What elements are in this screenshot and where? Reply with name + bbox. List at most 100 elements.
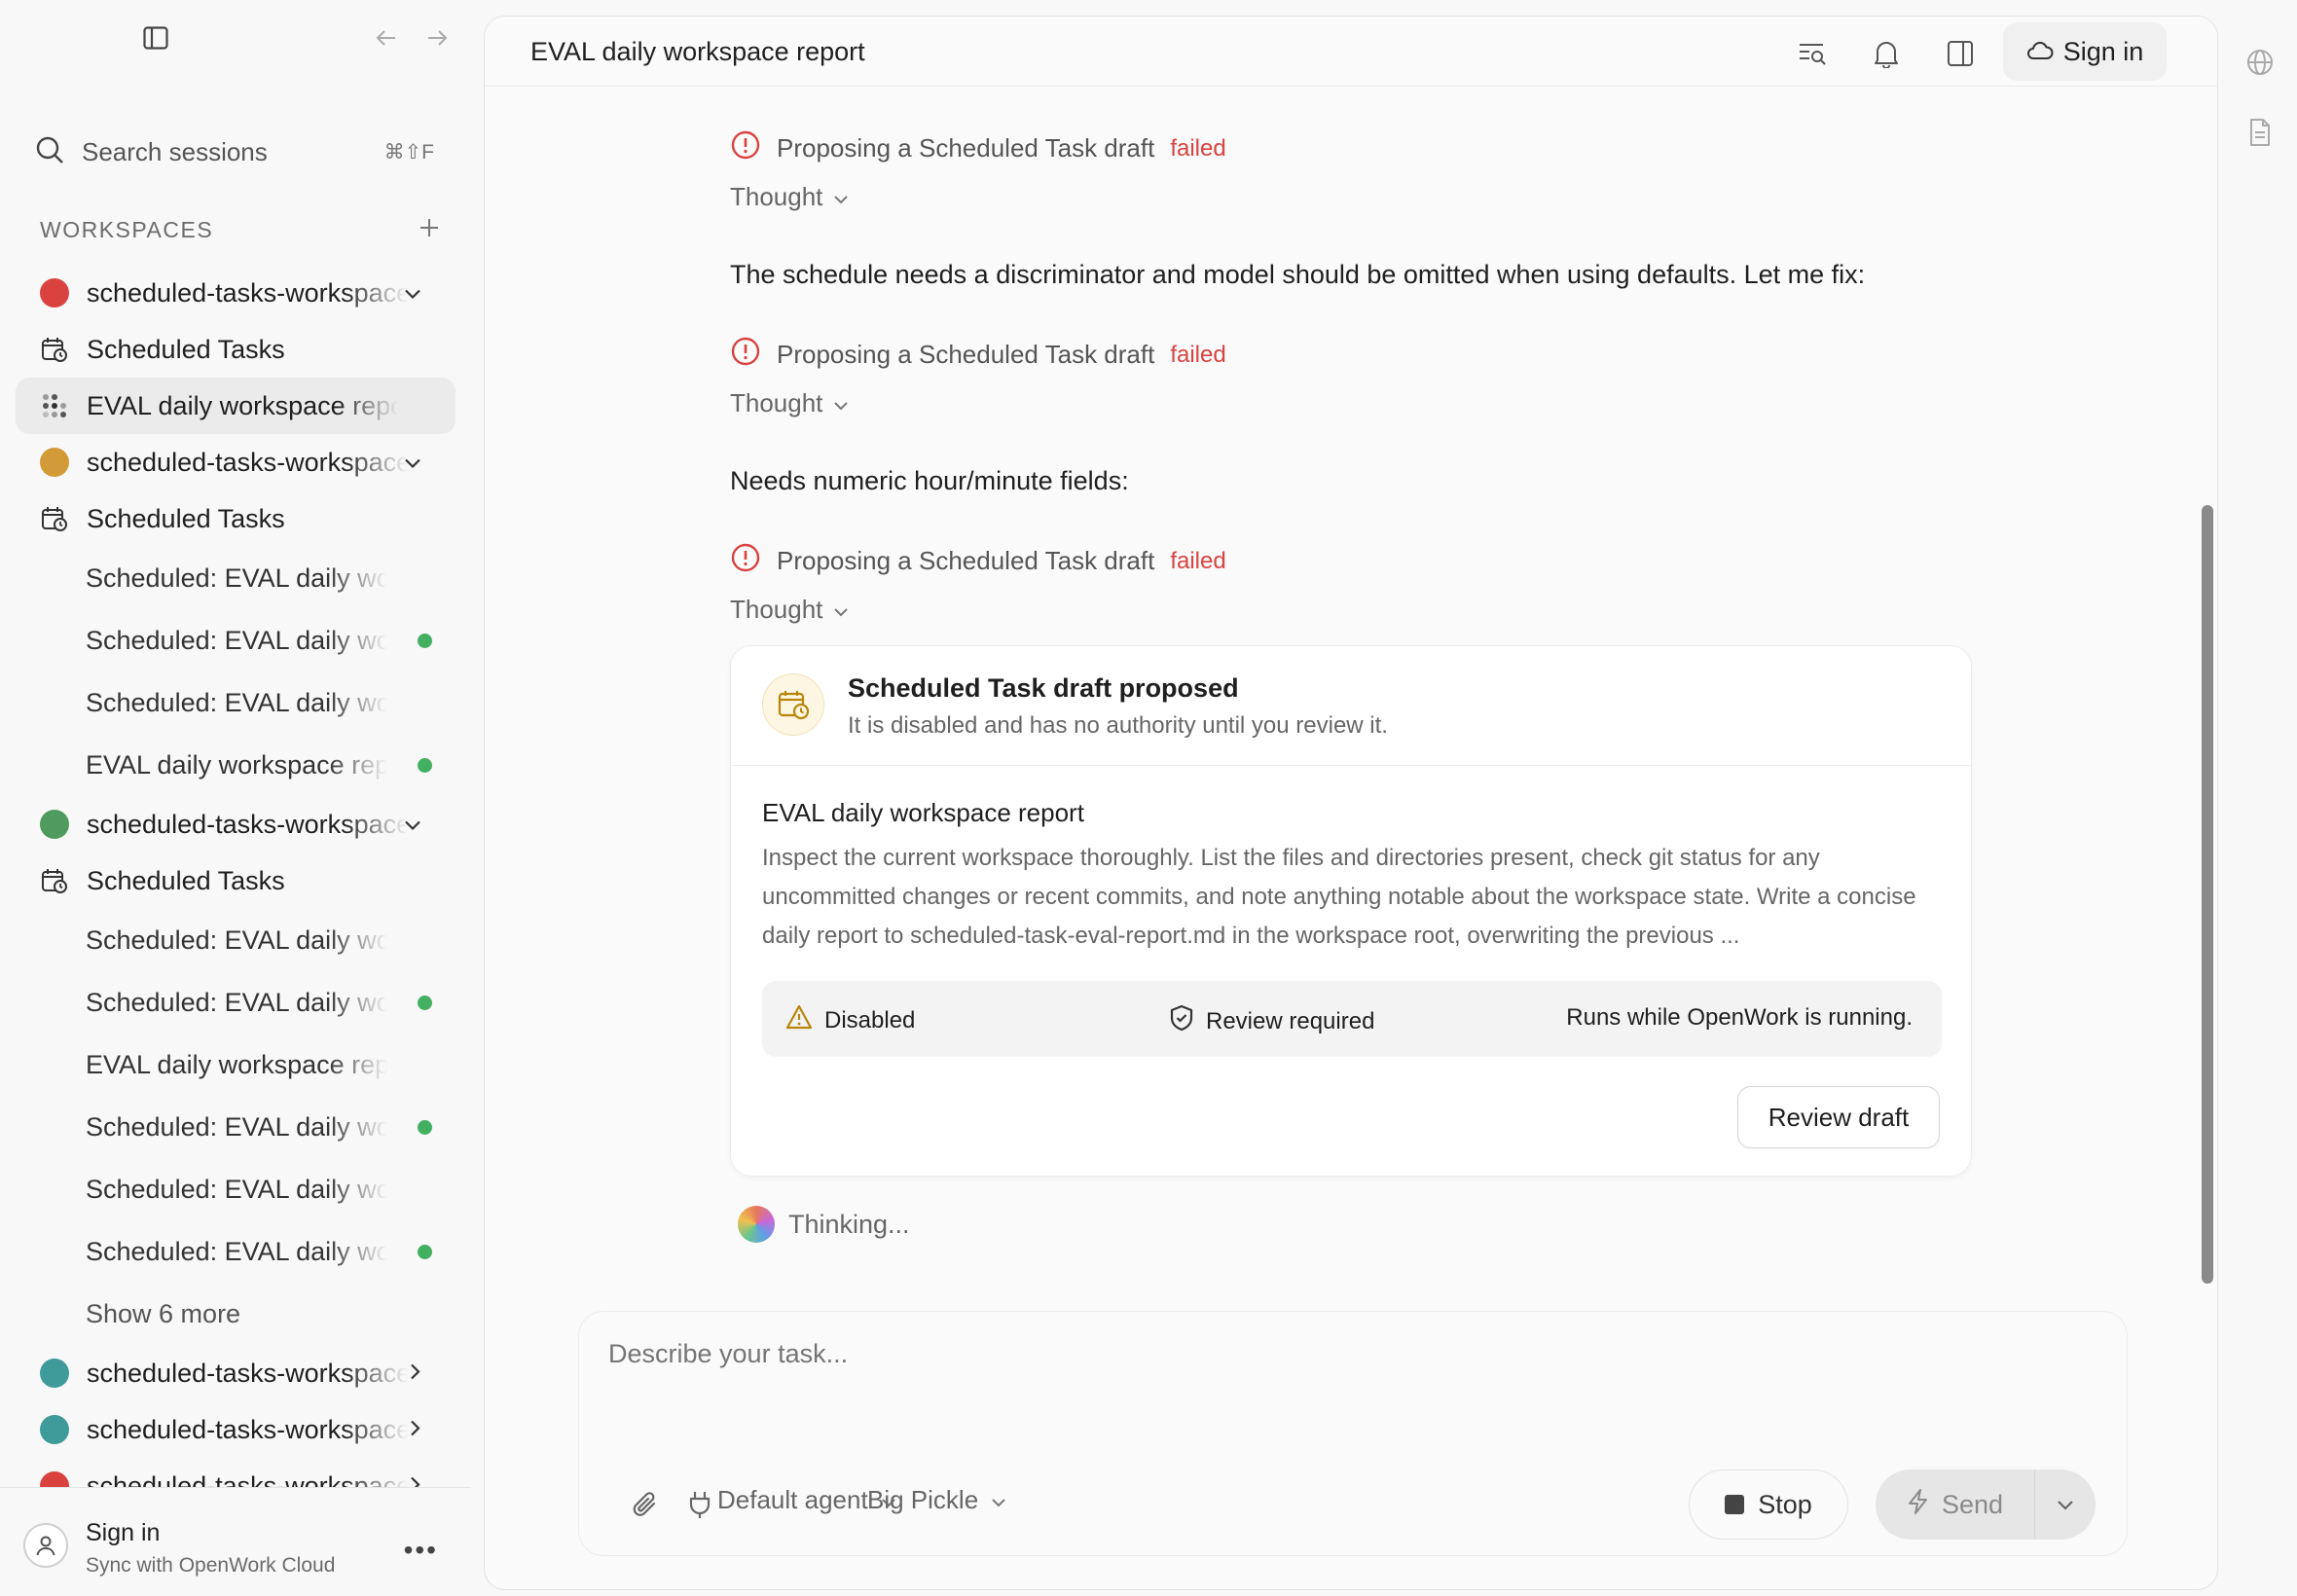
globe-icon[interactable] [2241, 43, 2279, 82]
task-status-bar: Disabled Review required Runs while Open… [762, 981, 1942, 1057]
sidebar-session[interactable]: Scheduled: EVAL daily workspace report [16, 1096, 456, 1158]
error-icon [730, 542, 761, 580]
composer: Default agent Big Pickle Stop Send [578, 1311, 2128, 1556]
sidebar-top-controls [0, 18, 471, 56]
status-review-required: Review required [1169, 1004, 1374, 1038]
thinking-orb-icon [738, 1206, 775, 1243]
sidebar-item-scheduled-tasks[interactable]: Scheduled Tasks [16, 321, 456, 378]
more-options-icon[interactable]: ••• [404, 1535, 438, 1566]
workspace-name: scheduled-tasks-workspace [87, 447, 408, 477]
calendar-clock-icon [40, 866, 69, 895]
thought-label: Thought [730, 388, 823, 417]
sidebar-workspace[interactable]: scheduled-tasks-workspace [16, 796, 456, 852]
status-dot [418, 634, 432, 648]
scrollbar[interactable] [2202, 505, 2213, 1284]
shield-check-icon [1169, 1004, 1194, 1038]
sidebar-session[interactable]: Scheduled: EVAL daily workspace report [16, 671, 456, 734]
tool-call-failed[interactable]: Proposing a Scheduled Task draft failed [730, 542, 1226, 580]
user-subtitle: Sync with OpenWork Cloud [86, 1554, 336, 1577]
status-dot [418, 1245, 432, 1259]
workspace-color-dot [40, 278, 69, 308]
sidebar-session[interactable]: EVAL daily workspace report [16, 1034, 456, 1096]
session-title: Scheduled: EVAL daily workspace report [86, 1236, 387, 1266]
chevron-right-icon[interactable] [409, 1415, 422, 1445]
calendar-clock-icon [762, 673, 824, 736]
sidebar-session[interactable]: Scheduled: EVAL daily workspace report [16, 609, 456, 671]
panel-toggle-icon[interactable] [1941, 34, 1980, 73]
stop-button[interactable]: Stop [1689, 1469, 1848, 1540]
thought-toggle[interactable]: Thought [730, 595, 850, 625]
sidebar-toggle-icon[interactable] [139, 21, 172, 54]
card-subtitle: It is disabled and has no authority unti… [848, 712, 1388, 739]
assistant-message: The schedule needs a discriminator and m… [730, 260, 1866, 289]
status-dot [418, 996, 432, 1010]
sidebar-session[interactable]: Scheduled: EVAL daily workspace report [16, 1220, 456, 1283]
sidebar-session[interactable]: Scheduled: EVAL daily workspace report [16, 547, 456, 609]
chevron-down-icon[interactable] [403, 448, 422, 478]
back-arrow-icon[interactable] [370, 21, 403, 54]
sidebar-item-scheduled-tasks[interactable]: Scheduled Tasks [16, 852, 456, 909]
add-workspace-icon[interactable] [418, 216, 441, 244]
sidebar-session-active[interactable]: EVAL daily workspace report [16, 378, 456, 434]
thought-toggle[interactable]: Thought [730, 182, 850, 212]
paperclip-icon[interactable] [624, 1483, 667, 1526]
sign-in-button[interactable]: Sign in [2003, 22, 2167, 81]
sidebar-session[interactable]: EVAL daily workspace report [16, 734, 456, 796]
plug-icon[interactable] [678, 1483, 721, 1526]
assistant-message: Needs numeric hour/minute fields: [730, 466, 1129, 495]
send-button[interactable]: Send [1876, 1469, 2035, 1540]
stop-icon [1725, 1495, 1745, 1514]
status-disabled-label: Disabled [824, 1006, 916, 1034]
workspace-color-dot [40, 1415, 69, 1444]
review-draft-button[interactable]: Review draft [1737, 1086, 1940, 1148]
task-description: Inspect the current workspace thoroughly… [762, 845, 1916, 949]
workspace-color-dot [40, 448, 69, 477]
session-title: EVAL daily workspace report [86, 749, 387, 780]
chevron-down-icon [990, 1485, 1007, 1515]
workspace-list: scheduled-tasks-workspace Scheduled Tasks… [16, 265, 456, 1514]
tool-call-label: Proposing a Scheduled Task draft [777, 133, 1155, 163]
sidebar: Search sessions ⌘⇧F WORKSPACES scheduled… [0, 0, 471, 1596]
search-icon [35, 135, 64, 169]
send-options-chevron-icon[interactable] [2035, 1498, 2096, 1511]
sidebar-workspace[interactable]: scheduled-tasks-workspace [16, 1345, 456, 1401]
main-header: EVAL daily workspace report Sign in [485, 17, 2217, 87]
thought-label: Thought [730, 595, 823, 624]
forward-arrow-icon[interactable] [420, 21, 454, 54]
cloud-icon [2026, 37, 2054, 67]
sidebar-workspace[interactable]: scheduled-tasks-workspace [16, 265, 456, 321]
tool-call-failed[interactable]: Proposing a Scheduled Task draft failed [730, 336, 1226, 374]
model-select[interactable]: Big Pickle [867, 1485, 1007, 1515]
show-more-link[interactable]: Show 6 more [16, 1283, 456, 1345]
thinking-label: Thinking... [788, 1209, 910, 1239]
tool-call-failed[interactable]: Proposing a Scheduled Task draft failed [730, 129, 1226, 167]
workspace-name: scheduled-tasks-workspace [87, 809, 408, 839]
main-panel: EVAL daily workspace report Sign in Prop… [484, 16, 2218, 1590]
sidebar-item-scheduled-tasks[interactable]: Scheduled Tasks [16, 490, 456, 547]
document-icon[interactable] [2241, 113, 2279, 152]
session-title: EVAL daily workspace report [87, 390, 398, 420]
show-more-label: Show 6 more [86, 1298, 241, 1328]
workspace-color-dot [40, 810, 69, 839]
thought-toggle[interactable]: Thought [730, 388, 850, 418]
task-input[interactable] [608, 1339, 2068, 1369]
chevron-down-icon[interactable] [403, 810, 422, 840]
sidebar-session[interactable]: Scheduled: EVAL daily workspace report [16, 971, 456, 1034]
search-list-icon[interactable] [1793, 34, 1832, 73]
sidebar-workspace[interactable]: scheduled-tasks-workspace [16, 434, 456, 490]
task-name: EVAL daily workspace report [762, 798, 1084, 827]
user-footer[interactable]: Sign in Sync with OpenWork Cloud ••• [0, 1487, 471, 1596]
failed-status: failed [1170, 341, 1226, 368]
thought-label: Thought [730, 182, 823, 211]
sidebar-session[interactable]: Scheduled: EVAL daily workspace report [16, 1158, 456, 1220]
chevron-down-icon[interactable] [403, 278, 422, 308]
warning-icon [785, 1004, 813, 1036]
search-sessions[interactable]: Search sessions ⌘⇧F [35, 132, 434, 171]
chevron-down-icon [832, 388, 850, 418]
sign-in-label: Sign in [2062, 36, 2144, 66]
sidebar-workspace[interactable]: scheduled-tasks-workspace [16, 1401, 456, 1458]
chevron-right-icon[interactable] [409, 1359, 422, 1389]
divider [731, 765, 1971, 766]
bell-icon[interactable] [1867, 34, 1906, 73]
sidebar-session[interactable]: Scheduled: EVAL daily workspace report [16, 909, 456, 971]
